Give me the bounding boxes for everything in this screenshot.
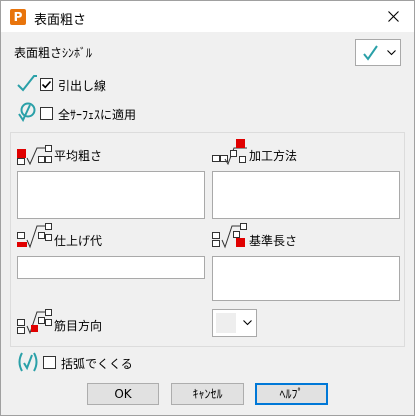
ok-button[interactable]: OK	[87, 383, 159, 405]
symbol-select[interactable]	[355, 39, 401, 66]
machining-method-position-icon	[212, 139, 247, 165]
leader-symbol-icon	[17, 75, 37, 92]
symbol-label: 表面粗さｼﾝﾎﾞﾙ	[14, 46, 93, 60]
checkmark-icon	[41, 80, 52, 89]
reference-length-label: 基準長さ	[249, 234, 298, 248]
avg-roughness-input[interactable]	[17, 171, 205, 219]
avg-roughness-position-icon	[17, 145, 52, 165]
parentheses-label: 括弧でくくる	[61, 357, 133, 371]
all-surfaces-label: 全ｻｰﾌｪｽに適用	[58, 108, 137, 122]
help-button[interactable]: ﾍﾙﾌﾟ	[255, 383, 328, 405]
all-surfaces-checkbox[interactable]	[40, 107, 53, 120]
lay-direction-preview	[216, 313, 236, 333]
title-bar: P 表面粗さ	[1, 1, 414, 32]
cancel-button[interactable]: ｷｬﾝｾﾙ	[171, 383, 244, 405]
machining-method-input[interactable]	[212, 171, 400, 219]
reference-length-input[interactable]	[212, 256, 400, 301]
finish-allowance-label: 仕上げ代	[54, 234, 103, 248]
lay-direction-label: 筋目方向	[54, 319, 103, 333]
leader-checkbox[interactable]	[40, 78, 53, 91]
roughness-symbol-icon	[363, 45, 378, 61]
window-title: 表面粗さ	[34, 13, 87, 28]
all-surface-symbol-icon	[18, 102, 36, 122]
finish-allowance-position-icon	[17, 223, 52, 249]
app-logo-icon: P	[10, 9, 26, 25]
parentheses-checkbox[interactable]	[43, 356, 56, 369]
finish-allowance-input[interactable]	[17, 256, 205, 279]
machining-method-label: 加工方法	[249, 149, 298, 163]
dialog-window: P 表面粗さ 表面粗さｼﾝﾎﾞﾙ 引出し線 全ｻｰﾌｪｽに適用 平均粗さ 加工方…	[0, 0, 415, 416]
avg-roughness-label: 平均粗さ	[54, 149, 103, 163]
lay-direction-position-icon	[17, 309, 52, 335]
leader-label: 引出し線	[58, 79, 107, 93]
parentheses-symbol-icon	[18, 352, 38, 372]
reference-length-position-icon	[212, 223, 247, 249]
chevron-down-icon	[243, 320, 252, 326]
chevron-down-icon	[387, 49, 396, 55]
lay-direction-select[interactable]	[212, 309, 257, 337]
close-button[interactable]	[378, 3, 408, 29]
close-icon	[387, 10, 399, 22]
